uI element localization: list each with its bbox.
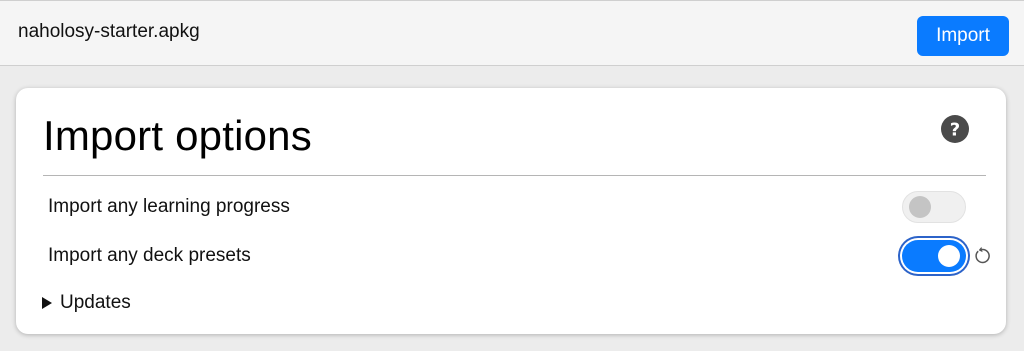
help-icon[interactable]: ? <box>940 114 970 144</box>
option-row-deck-presets: Import any deck presets <box>48 238 990 274</box>
svg-text:?: ? <box>950 120 960 141</box>
updates-disclosure[interactable]: Updates <box>42 291 131 315</box>
option-label-deck-presets: Import any deck presets <box>48 245 251 266</box>
top-bar: naholosy-starter.apkg Import <box>0 0 1024 66</box>
disclosure-triangle-icon <box>42 297 52 309</box>
revert-icon[interactable] <box>972 246 992 266</box>
option-label-learning-progress: Import any learning progress <box>48 196 290 217</box>
updates-label: Updates <box>60 292 131 313</box>
divider <box>43 175 986 176</box>
card-title: Import options <box>43 112 312 159</box>
learning-progress-toggle[interactable] <box>902 191 966 223</box>
deck-presets-toggle[interactable] <box>902 240 966 272</box>
toggle-knob <box>938 245 960 267</box>
file-name: naholosy-starter.apkg <box>18 21 200 42</box>
import-options-card: Import options ? Import any learning pro… <box>16 88 1006 334</box>
option-row-learning-progress: Import any learning progress <box>48 189 988 225</box>
import-button[interactable]: Import <box>917 16 1009 56</box>
toggle-knob <box>909 196 931 218</box>
